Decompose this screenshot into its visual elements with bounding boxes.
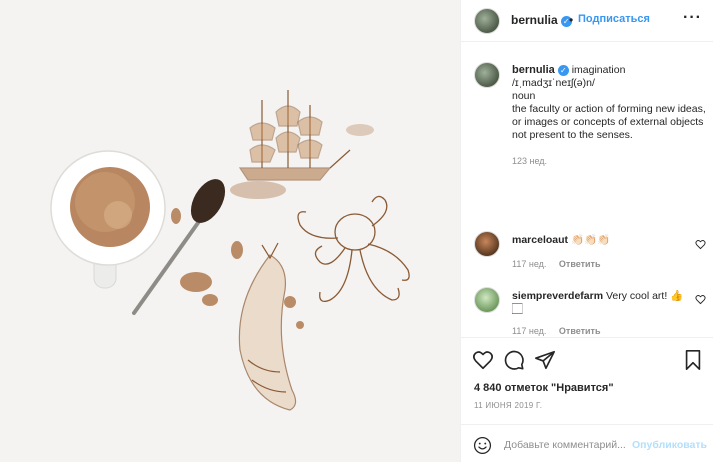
avatar[interactable] (474, 62, 500, 88)
like-comment-heart-icon[interactable] (695, 239, 706, 250)
verified-badge-icon: ✓ (557, 65, 569, 76)
likes-count[interactable]: 4 840 отметок "Нравится" (474, 382, 614, 394)
comment-icon[interactable] (503, 349, 525, 371)
comment-text: siempreverdefarm Very cool art! 👍 🏻 (512, 290, 692, 316)
heart-icon[interactable] (472, 349, 494, 371)
bookmark-icon[interactable] (682, 349, 704, 371)
caption-definition: the faculty or action of forming new ide… (512, 103, 706, 141)
add-comment-bar: Опубликовать (461, 424, 713, 462)
comment-body: 👏🏻👏🏻👏🏻 (570, 234, 611, 246)
comment-timestamp[interactable]: 117 нед. (512, 259, 546, 269)
caption-pronunciation: /ɪˌmadʒɪˈneɪʃ(ə)n/ (512, 77, 595, 89)
caption-title: imagination (571, 64, 626, 76)
comment-input[interactable] (504, 436, 634, 454)
comment-username[interactable]: marceloaut (512, 234, 568, 246)
caption-timestamp[interactable]: 123 нед. (512, 156, 547, 166)
publish-button[interactable]: Опубликовать (632, 439, 707, 451)
post-image[interactable] (0, 0, 460, 462)
avatar[interactable] (474, 231, 500, 257)
reply-button[interactable]: Ответить (559, 259, 601, 269)
post-side-panel: bernulia ✓ • Подписаться ··· bernulia ✓ im… (460, 0, 713, 462)
caption-part-of-speech: noun (512, 90, 536, 102)
username-link[interactable]: bernulia ✓ (511, 13, 572, 27)
comment-meta: 117 нед. Ответить (512, 326, 611, 336)
avatar[interactable] (474, 8, 500, 34)
comment-text: marceloaut 👏🏻👏🏻👏🏻 (512, 234, 692, 247)
reply-button[interactable]: Ответить (559, 326, 601, 336)
caption-text: bernulia ✓ imagination /ɪˌmadʒɪˈneɪʃ(ə)n/… (512, 64, 707, 142)
more-options-icon[interactable]: ··· (683, 9, 702, 27)
post-actions-bar (461, 337, 713, 379)
like-comment-heart-icon[interactable] (695, 294, 706, 305)
post-date[interactable]: 11 ИЮНЯ 2019 Г. (474, 401, 542, 410)
comment-meta: 117 нед. Ответить (512, 259, 611, 269)
coffee-art-illustration (0, 0, 460, 462)
emoji-smile-icon[interactable] (473, 436, 492, 455)
avatar[interactable] (474, 287, 500, 313)
caption-username[interactable]: bernulia (512, 64, 555, 76)
comment-timestamp[interactable]: 117 нед. (512, 326, 546, 336)
follow-button[interactable]: Подписаться (578, 13, 650, 25)
share-icon[interactable] (534, 349, 556, 371)
separator-dot: • (569, 13, 574, 27)
post-header: bernulia ✓ • Подписаться ··· (461, 0, 713, 42)
comment-username[interactable]: siempreverdefarm (512, 290, 603, 302)
